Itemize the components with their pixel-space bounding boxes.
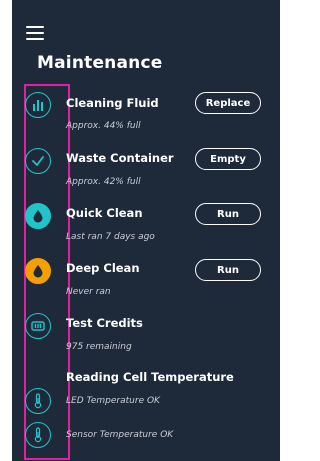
droplet-icon [25, 203, 51, 229]
deep-clean-status: Never ran [66, 287, 111, 297]
hamburger-icon[interactable] [26, 26, 44, 40]
check-icon [25, 148, 51, 174]
thermometer-icon [25, 388, 51, 414]
deep-clean-run-button[interactable]: Run [195, 259, 261, 281]
quick-clean-status: Last ran 7 days ago [66, 232, 155, 242]
deep-clean-title: Deep Clean [66, 261, 140, 275]
bar-chart-icon [25, 92, 51, 118]
test-credits-title: Test Credits [66, 316, 143, 330]
sensor-temperature-status: Sensor Temperature OK [66, 430, 174, 440]
reading-cell-temperature-title: Reading Cell Temperature [66, 370, 234, 384]
thermometer-icon [25, 422, 51, 448]
quick-clean-run-button[interactable]: Run [195, 203, 261, 225]
cleaning-fluid-title: Cleaning Fluid [66, 96, 159, 110]
page-title: Maintenance [37, 53, 163, 73]
led-temperature-status: LED Temperature OK [66, 396, 160, 406]
empty-button[interactable]: Empty [195, 148, 261, 170]
test-credits-status: 975 remaining [66, 342, 132, 352]
replace-button[interactable]: Replace [195, 92, 261, 114]
maintenance-panel: Maintenance Cleaning Fluid Approx. 44% f… [12, 0, 280, 461]
waste-container-title: Waste Container [66, 151, 174, 165]
credits-icon [25, 313, 51, 339]
waste-container-status: Approx. 42% full [66, 177, 141, 187]
quick-clean-title: Quick Clean [66, 206, 143, 220]
cleaning-fluid-status: Approx. 44% full [66, 121, 141, 131]
droplet-icon [25, 258, 51, 284]
